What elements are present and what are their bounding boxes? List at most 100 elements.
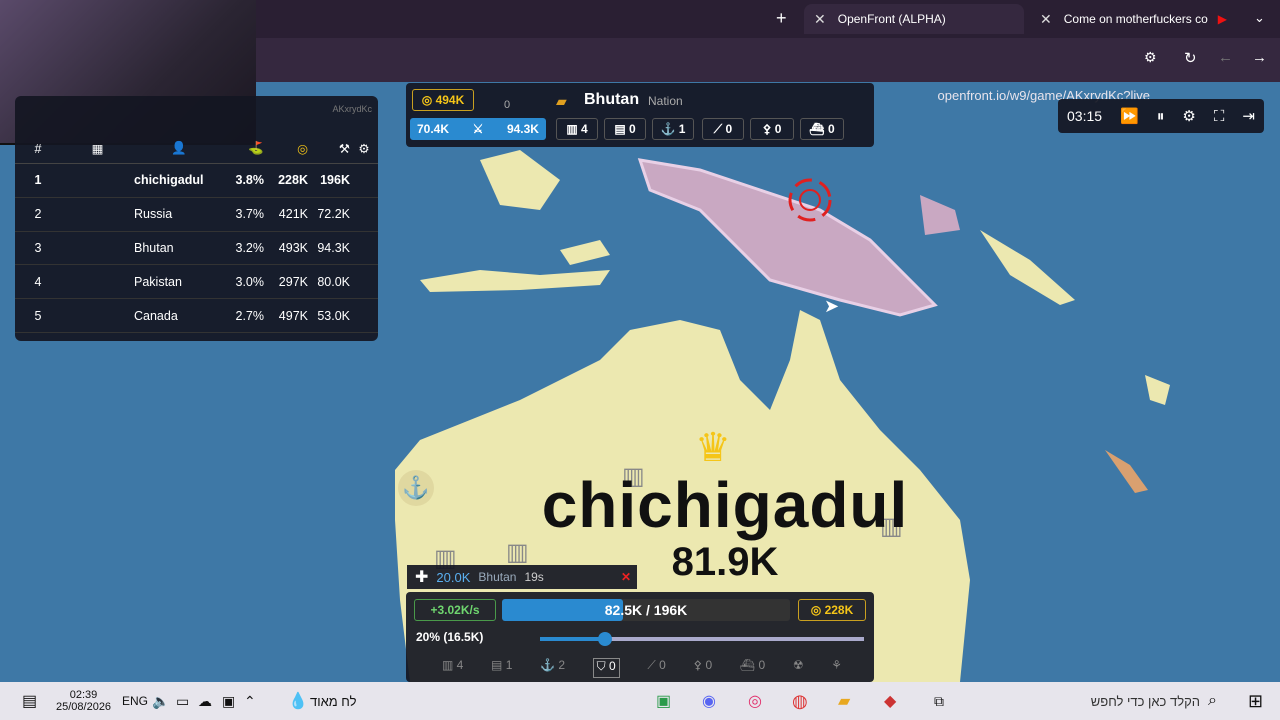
onedrive-icon[interactable]: ☁ — [198, 682, 212, 720]
stat-port: ⚓ 1 — [652, 118, 694, 140]
max-troops-value: 94.3K — [506, 122, 539, 136]
attack-ratio-slider[interactable] — [540, 632, 864, 646]
close-tab-icon[interactable]: ✕ — [814, 11, 826, 28]
device-icon[interactable]: ▣ — [222, 682, 235, 720]
search-icon[interactable]: ⌕ — [1208, 682, 1217, 720]
nation-type: Nation — [648, 94, 683, 108]
exit-icon[interactable]: ⇥ — [1242, 107, 1255, 125]
build-factory-button[interactable]: ▤ 1 — [491, 658, 512, 678]
tray-chevron-icon[interactable]: ⌃ — [244, 682, 256, 720]
leaderboard-row[interactable]: 2 Russia 3.7% 421K 72.2K — [15, 198, 378, 232]
stat-defense: ⟋ 0 — [702, 118, 744, 140]
leaderboard-row[interactable]: 3 Bhutan 3.2% 493K 94.3K — [15, 232, 378, 266]
income-rate-value: +3.02K/s — [430, 603, 480, 617]
network-icon[interactable]: ▭ — [176, 682, 189, 720]
stat-city: ▥ 4 — [556, 118, 598, 140]
troops-value: 80.0K — [317, 274, 350, 289]
game-id: AKxrydKc — [332, 104, 372, 114]
tab-label: Come on motherfuckers co — [1063, 12, 1208, 26]
weather-text[interactable]: לח מאוד — [310, 682, 356, 720]
port-icon: ⚓ — [660, 122, 679, 136]
warship-icon: ⛴ — [809, 122, 828, 136]
notifications-icon[interactable]: ▤ — [22, 682, 37, 720]
close-tab-icon[interactable]: ✕ — [1040, 11, 1052, 28]
territory-header-icon[interactable]: ⛳ — [224, 141, 264, 156]
build-silo-button[interactable]: ⚴ 0 — [693, 658, 712, 678]
city-map-icon[interactable]: ▥ — [506, 538, 529, 567]
gold-value: 228K — [824, 603, 854, 617]
build-bomb-button[interactable]: ⚘ — [831, 658, 842, 678]
search-box[interactable]: הקלד כאן כדי לחפש — [1050, 682, 1200, 720]
troops-value: 72.2K — [317, 207, 350, 222]
leaderboard-row[interactable]: 5 Canada 2.7% 497K 53.0K — [15, 299, 378, 333]
troops-header-icon[interactable]: ⚒ — [308, 141, 350, 156]
reload-icon[interactable]: ↻ — [1184, 49, 1197, 67]
language-indicator[interactable]: ENG — [122, 682, 148, 720]
territory-pct: 2.7% — [235, 308, 265, 323]
settings-header-icon[interactable]: ⚙ — [350, 141, 378, 156]
port-map-icon[interactable]: ⚓ — [398, 470, 434, 506]
build-port-button[interactable]: ⚓ 2 — [540, 658, 565, 678]
forward-icon[interactable]: → — [1252, 49, 1267, 66]
build-defense-button[interactable]: ⛉ 0 — [592, 658, 620, 678]
nation-name: Bhutan — [584, 91, 640, 108]
troops-value: 196K — [320, 173, 350, 188]
youtube-icon: ▶ — [1217, 12, 1227, 26]
build-city-button[interactable]: ▥ 4 — [442, 658, 463, 678]
file-explorer-icon[interactable]: ▰ — [838, 682, 850, 720]
chrome-icon[interactable]: ◍ — [792, 682, 808, 720]
gold-value: 497K — [278, 308, 308, 323]
leaderboard-row[interactable]: 1 chichigadul 3.8% 228K 196K — [15, 164, 378, 198]
population-bar: 82.5K / 196K — [502, 599, 790, 621]
tab-openfront[interactable]: ✕ OpenFront (ALPHA) — [804, 4, 1024, 34]
instagram-icon[interactable]: ◎ — [748, 682, 762, 720]
app-icon[interactable]: ◆ — [884, 682, 896, 720]
troops-value: 53.0K — [317, 308, 350, 323]
weather-icon: 💧 — [288, 693, 308, 710]
new-tab-icon[interactable]: + — [776, 8, 787, 29]
fast-forward-icon[interactable]: ⏩ — [1120, 107, 1139, 125]
troops-bar: 70.4K ⚔ 94.3K — [410, 118, 546, 140]
site-settings-icon[interactable]: ⚙ — [1144, 49, 1157, 66]
build-missile-button[interactable]: ⟋ 0 — [647, 658, 665, 678]
app-icon[interactable]: ▣ — [656, 682, 671, 720]
discord-icon[interactable]: ◉ — [702, 682, 716, 720]
pause-icon[interactable]: ⏸ — [1157, 108, 1165, 125]
flag-header-icon[interactable]: ▦ — [61, 141, 134, 156]
build-bar: ▥ 4 ▤ 1 ⚓ 2 ⛉ 0 ⟋ 0 ⚴ 0 ⛴ 0 ☢ ⚘ — [442, 658, 842, 678]
gold-value: 297K — [278, 274, 308, 289]
attack-ratio-fill — [540, 637, 605, 641]
back-icon[interactable]: ← — [1218, 49, 1233, 66]
leaderboard-row[interactable]: 4 Pakistan 3.0% 297K 80.0K — [15, 265, 378, 300]
gold-header-icon[interactable]: ◎ — [264, 141, 308, 156]
build-nuke-button[interactable]: ☢ — [793, 658, 804, 678]
tab-label: OpenFront (ALPHA) — [837, 12, 946, 26]
tab-menu-chevron-icon[interactable]: ⌄ — [1254, 10, 1265, 26]
plus-icon: ✚ — [415, 569, 429, 586]
settings-icon[interactable]: ⚙ — [1182, 107, 1195, 125]
control-panel: +3.02K/s 82.5K / 196K ◎ 228K 20% (16.5K)… — [406, 592, 874, 682]
task-view-icon[interactable]: ⧉ — [934, 682, 944, 720]
player-name: chichigadul — [134, 173, 204, 188]
clock[interactable]: 02:39 25/08/2026 — [56, 682, 111, 720]
build-count: 2 — [558, 658, 565, 672]
attacks-count: 0 — [504, 99, 511, 111]
fullscreen-icon[interactable]: ⛶ — [1214, 108, 1225, 125]
rank-header[interactable]: # — [15, 142, 61, 156]
notice-amount: 20.0K — [436, 569, 471, 585]
attack-ratio-handle[interactable] — [597, 632, 612, 646]
stat-value: 0 — [774, 122, 782, 136]
player-info-panel: ◎ 494K 0 ▰ Bhutan Nation 70.4K ⚔ 94.3K ▥… — [406, 83, 874, 147]
game-controls: 03:15 ⏩ ⏸ ⚙ ⛶ ⇥ — [1058, 99, 1264, 133]
gold-icon: ◎ — [421, 93, 436, 107]
attack-notice: ✚ 20.0K Bhutan 19s ✕ — [407, 565, 637, 589]
player-name: Pakistan — [134, 274, 182, 289]
windows-start-icon[interactable]: ⊞ — [1248, 682, 1263, 720]
build-warship-button[interactable]: ⛴ 0 — [740, 658, 765, 678]
close-icon[interactable]: ✕ — [621, 570, 631, 584]
leaderboard-panel: AKxrydKc # ▦ 👤 ⛳ ◎ ⚒ ⚙ 1 chichigadul 3.8… — [15, 96, 378, 341]
player-header-icon[interactable]: 👤 — [134, 141, 224, 156]
tab-youtube[interactable]: ✕ Come on motherfuckers co ▶ — [1030, 4, 1240, 34]
stat-value: 1 — [678, 122, 686, 136]
volume-icon[interactable]: 🔈 — [152, 682, 169, 720]
